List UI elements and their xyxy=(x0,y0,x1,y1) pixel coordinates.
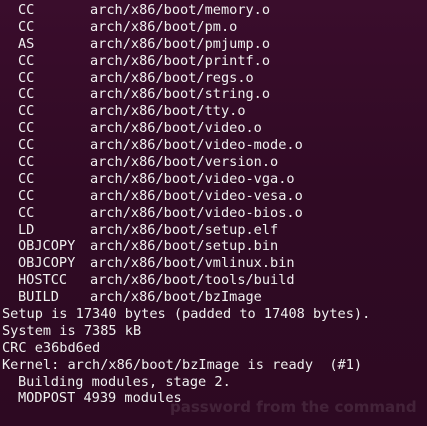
build-command: OBJCOPY xyxy=(18,238,76,255)
build-command: CC xyxy=(18,69,35,86)
build-line: CC arch/x86/boot/video-vga.o xyxy=(0,171,370,188)
terminal-output: CC arch/x86/boot/memory.o CC arch/x86/boot… xyxy=(0,2,370,407)
build-line: CC arch/x86/boot/video-mode.o xyxy=(0,137,370,154)
system-size-line: System is 7385 kB xyxy=(2,322,142,339)
build-command: CC xyxy=(18,18,35,35)
build-line: CC arch/x86/boot/memory.o xyxy=(0,2,370,19)
build-target: arch/x86/boot/pmjump.o xyxy=(90,35,271,52)
build-target: arch/x86/boot/setup.bin xyxy=(90,238,279,255)
build-command: CC xyxy=(18,120,35,137)
setup-size-line: Setup is 17340 bytes (padded to 17408 by… xyxy=(2,306,371,323)
build-command: CC xyxy=(18,103,35,120)
build-command: LD xyxy=(18,221,35,238)
build-target: arch/x86/boot/version.o xyxy=(90,154,279,171)
build-command: CC xyxy=(18,2,35,18)
build-line: CC arch/x86/boot/printf.o xyxy=(0,53,370,70)
modpost-line: MODPOST 4939 modules xyxy=(18,390,182,407)
build-command: CC xyxy=(18,170,35,187)
build-target: arch/x86/boot/string.o xyxy=(90,86,271,103)
build-target: arch/x86/boot/video-mode.o xyxy=(90,137,303,154)
build-line: OBJCOPY arch/x86/boot/setup.bin xyxy=(0,238,370,255)
build-command: AS xyxy=(18,35,35,52)
build-line: CC arch/x86/boot/video-vesa.o xyxy=(0,188,370,205)
build-target: arch/x86/boot/regs.o xyxy=(90,69,254,86)
terminal-window[interactable]: password from the command CC arch/x86/boo… xyxy=(0,0,427,426)
build-line: AS arch/x86/boot/pmjump.o xyxy=(0,36,370,53)
build-target: arch/x86/boot/bzImage xyxy=(90,289,262,306)
build-command: BUILD xyxy=(18,289,59,306)
build-target: arch/x86/boot/video-bios.o xyxy=(90,204,303,221)
kernel-ready-line: Kernel: arch/x86/boot/bzImage is ready (… xyxy=(2,356,363,373)
build-target: arch/x86/boot/video-vga.o xyxy=(90,170,295,187)
build-line: HOSTCC arch/x86/boot/tools/build xyxy=(0,272,370,289)
build-target: arch/x86/boot/video-vesa.o xyxy=(90,187,303,204)
build-line: CC arch/x86/boot/version.o xyxy=(0,154,370,171)
build-line: OBJCOPY arch/x86/boot/vmlinux.bin xyxy=(0,255,370,272)
build-target: arch/x86/boot/video.o xyxy=(90,120,262,137)
build-line: CC arch/x86/boot/string.o xyxy=(0,86,370,103)
building-modules-line: Building modules, stage 2. xyxy=(18,373,231,390)
build-target: arch/x86/boot/tools/build xyxy=(90,272,295,289)
build-target: arch/x86/boot/printf.o xyxy=(90,52,271,69)
build-line: CC arch/x86/boot/pm.o xyxy=(0,19,370,36)
build-command: CC xyxy=(18,187,35,204)
build-command: OBJCOPY xyxy=(18,255,76,272)
build-command: CC xyxy=(18,204,35,221)
crc-line: CRC e36bd6ed xyxy=(2,339,101,356)
build-target: arch/x86/boot/setup.elf xyxy=(90,221,279,238)
build-line: LD arch/x86/boot/setup.elf xyxy=(0,222,370,239)
build-target: arch/x86/boot/pm.o xyxy=(90,18,238,35)
build-command: CC xyxy=(18,52,35,69)
build-line: CC arch/x86/boot/video.o xyxy=(0,120,370,137)
build-line: CC arch/x86/boot/regs.o xyxy=(0,70,370,87)
build-target: arch/x86/boot/vmlinux.bin xyxy=(90,255,295,272)
build-command: CC xyxy=(18,137,35,154)
build-command: CC xyxy=(18,86,35,103)
build-target: arch/x86/boot/memory.o xyxy=(90,2,271,18)
build-command: HOSTCC xyxy=(18,272,68,289)
build-line: BUILD arch/x86/boot/bzImage xyxy=(0,289,370,306)
build-line: CC arch/x86/boot/tty.o xyxy=(0,103,370,120)
build-target: arch/x86/boot/tty.o xyxy=(90,103,246,120)
build-command: CC xyxy=(18,154,35,171)
build-line: CC arch/x86/boot/video-bios.o xyxy=(0,205,370,222)
